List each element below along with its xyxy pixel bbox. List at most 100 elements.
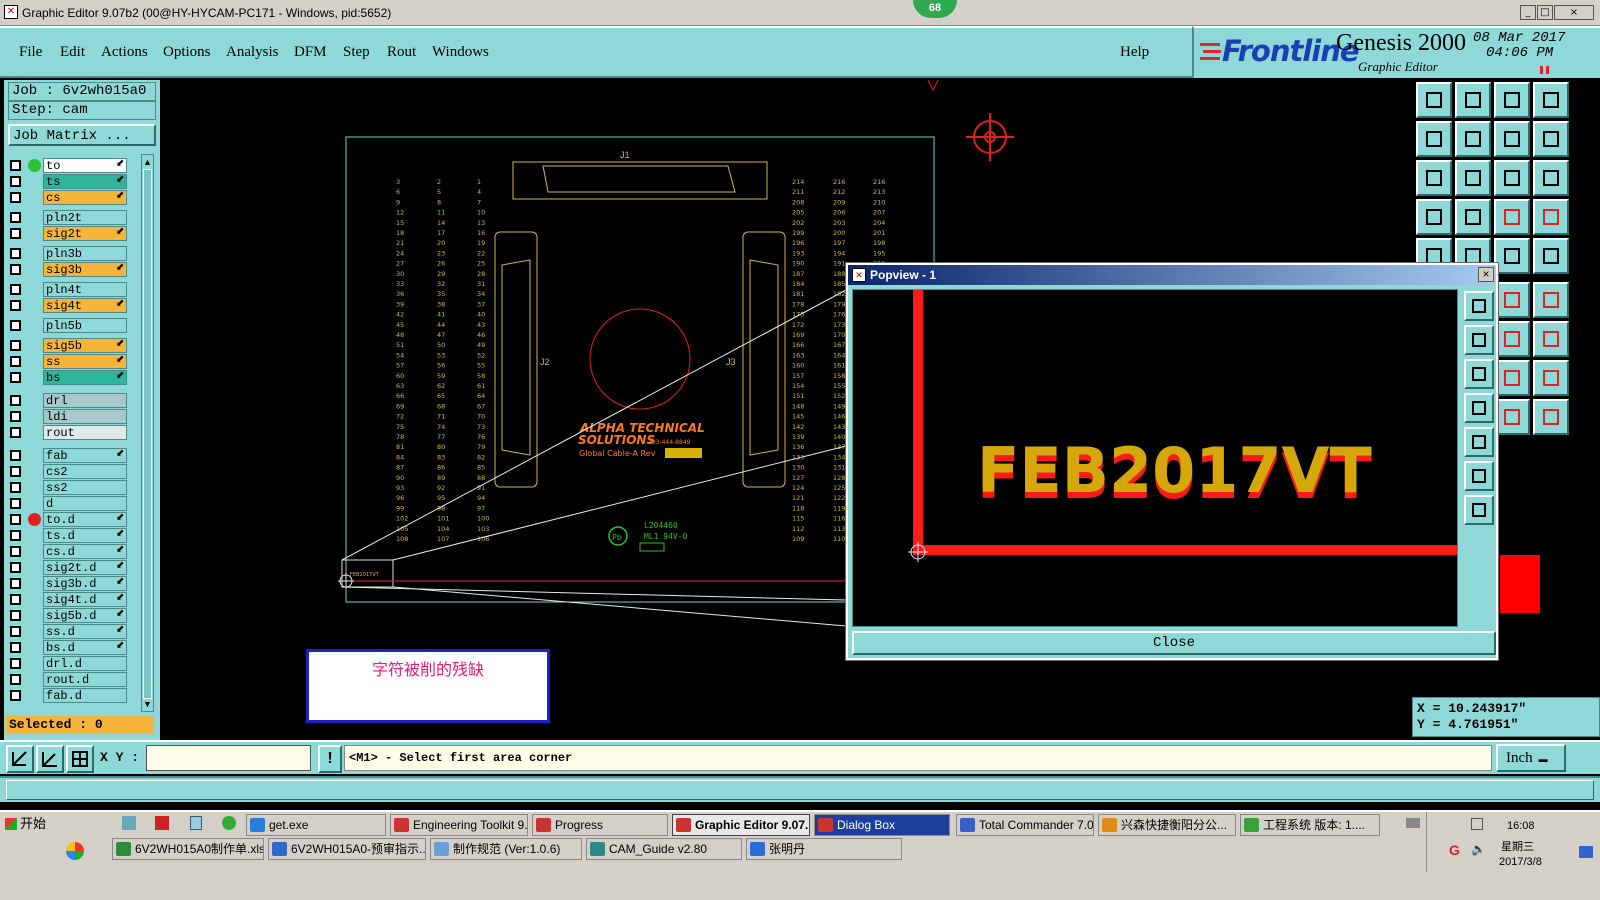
resize-button[interactable] [1533,321,1569,357]
pv-zoom-button[interactable] [1464,291,1494,321]
layer-name[interactable]: cs [43,190,127,205]
layer-checkbox[interactable] [10,372,21,383]
layer-name[interactable]: fab [43,448,127,463]
ratio-button[interactable] [1494,160,1530,196]
layer-row[interactable]: pln3b [10,246,130,261]
layer-row[interactable]: fab.d [10,688,130,703]
layer-checkbox[interactable] [10,466,21,477]
layer-scrollbar[interactable]: ▲ ▼ [141,154,154,712]
layer-name[interactable]: pln2t [43,210,127,225]
maximize-button[interactable]: □ [1537,5,1553,20]
scroll-down-icon[interactable]: ▼ [143,699,152,709]
layer-checkbox[interactable] [10,610,21,621]
layer-row[interactable]: ss ⬋ [10,354,130,369]
settings-button[interactable] [1416,199,1452,235]
taskbar-button[interactable]: Dialog Box [814,814,950,836]
taskbar-button[interactable]: Total Commander 7.0... [956,814,1094,836]
layer-row[interactable]: to ⬋ [10,158,130,173]
layer-row[interactable]: bs.d ⬋ [10,640,130,655]
layer-checkbox[interactable] [10,192,21,203]
net-button[interactable] [1494,199,1530,235]
layer-name[interactable]: sig3b.d [43,576,127,591]
layer-row[interactable]: bs ⬋ [10,370,130,385]
layer-row[interactable]: ts ⬋ [10,174,130,189]
menu-windows[interactable]: Windows [432,44,489,61]
layer-name[interactable]: cs.d [43,544,127,559]
layer-row[interactable]: drl [10,393,130,408]
grid-tool-button[interactable] [66,745,94,773]
taskbar-button[interactable]: 6V2WH015A0制作单.xls... [112,838,264,860]
layer-name[interactable]: drl [43,393,127,408]
pv-left-button[interactable] [1464,393,1494,423]
menu-help[interactable]: Help [1120,44,1149,61]
menu-step[interactable]: Step [343,44,370,61]
scroll-thumb[interactable] [143,169,152,699]
layer-row[interactable]: sig4t ⬋ [10,298,130,313]
layer-checkbox[interactable] [10,176,21,187]
taskbar-button[interactable]: 6V2WH015A0-预审指示... [268,838,426,860]
layer-name[interactable]: cs2 [43,464,127,479]
grid-view-button[interactable] [1455,199,1491,235]
layer-checkbox[interactable] [10,594,21,605]
layer-name[interactable]: drl.d [43,656,127,671]
menu-options[interactable]: Options [163,44,211,61]
volume-icon[interactable]: 🔈 [1471,842,1486,856]
units-select[interactable]: Inch ▬ [1496,744,1566,772]
flip-button[interactable] [1494,321,1530,357]
layer-name[interactable]: ldi [43,409,127,424]
menu-rout[interactable]: Rout [387,44,416,61]
layer-name[interactable]: to.d [43,512,127,527]
layer-name[interactable]: sig3b [43,262,127,277]
layer-checkbox[interactable] [10,212,21,223]
layout-button[interactable] [1533,82,1569,118]
layer-name[interactable]: sig5b [43,338,127,353]
layer-name[interactable]: bs.d [43,640,127,655]
layer-checkbox[interactable] [10,498,21,509]
mirror-button[interactable] [1494,121,1530,157]
layer-row[interactable]: sig5b.d ⬋ [10,608,130,623]
layer-checkbox[interactable] [10,674,21,685]
layer-checkbox[interactable] [10,626,21,637]
pv-right-button[interactable] [1464,427,1494,457]
dot-button[interactable] [1533,238,1569,274]
layer-row[interactable]: cs.d ⬋ [10,544,130,559]
tray-g-icon[interactable]: G [1449,842,1460,858]
layer-checkbox[interactable] [10,248,21,259]
taskbar-button[interactable]: 工程系统 版本: 1.... [1240,814,1380,836]
menu-edit[interactable]: Edit [60,44,85,61]
layer-row[interactable]: sig2t ⬋ [10,226,130,241]
layer-checkbox[interactable] [10,300,21,311]
layer-row[interactable]: ts.d ⬋ [10,528,130,543]
layer-name[interactable]: sig2t [43,226,127,241]
layer-row[interactable]: pln2t [10,210,130,225]
printer-icon[interactable] [1406,818,1420,828]
layer-row[interactable]: pln5b [10,318,130,333]
layer-checkbox[interactable] [10,578,21,589]
info-button[interactable]: ! [318,745,342,773]
layer-name[interactable]: pln3b [43,246,127,261]
layer-name[interactable]: ss.d [43,624,127,639]
taskbar-button[interactable]: 张明丹 [746,838,902,860]
layer-name[interactable]: rout.d [43,672,127,687]
pv-down-button[interactable] [1464,359,1494,389]
menu-actions[interactable]: Actions [101,44,148,61]
layer-name[interactable]: ts [43,174,127,189]
pv-center-button[interactable] [1464,495,1494,525]
route-b-button[interactable] [1533,360,1569,396]
layer-name[interactable]: pln5b [43,318,127,333]
pan-left-button[interactable] [1416,121,1452,157]
layer-checkbox[interactable] [10,356,21,367]
pen-button[interactable] [1533,399,1569,435]
layer-name[interactable]: rout [43,425,127,440]
ruler-button[interactable] [1494,238,1530,274]
layer-row[interactable]: fab ⬋ [10,448,130,463]
layer-row[interactable]: rout.d [10,672,130,687]
layer-checkbox[interactable] [10,395,21,406]
select-tool-button[interactable] [6,745,34,773]
close-window-button[interactable]: × [1554,5,1594,20]
layer-checkbox[interactable] [10,690,21,701]
rotate-button[interactable] [1533,282,1569,318]
layer-row[interactable]: rout [10,425,130,440]
layer-checkbox[interactable] [10,340,21,351]
layer-name[interactable]: d [43,496,127,511]
